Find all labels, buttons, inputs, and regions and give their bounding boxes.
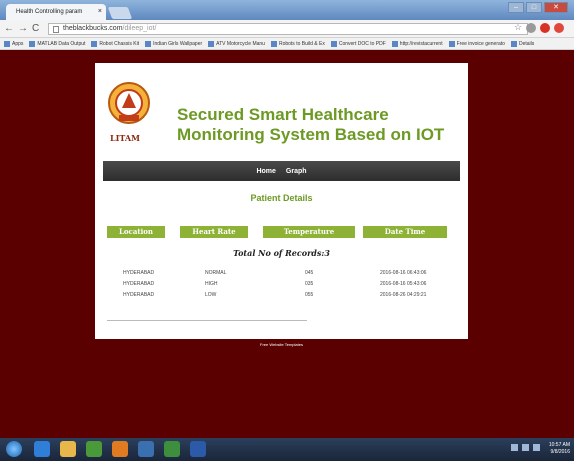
main-nav: Home Graph [103,161,460,181]
word-icon[interactable] [190,441,206,457]
bookmark-item[interactable]: Robot Chassis Kit [91,40,139,47]
bookmark-icon [448,40,455,47]
system-tray [511,444,540,451]
bookmark-icon [330,40,337,47]
bookmark-icon [145,40,152,47]
bookmark-item[interactable]: Robots to Build & Ex [270,40,325,47]
app-icon[interactable] [138,441,154,457]
back-icon[interactable]: ← [4,23,14,34]
volume-icon[interactable] [533,444,540,451]
table-cell: HYDERABAD [123,270,155,276]
url-host: theblackbucks.com [63,25,123,32]
flag-icon[interactable] [522,444,529,451]
bookmark-icon [510,40,517,47]
footer-link[interactable]: Free Website Templates [95,339,468,351]
reload-icon[interactable]: C [32,23,39,34]
minimize-button[interactable]: – [508,2,524,13]
forward-icon[interactable]: → [18,23,28,34]
network-icon[interactable] [511,444,518,451]
bookmarks-bar: Apps MATLAB Data Output Robot Chassis Ki… [0,38,574,50]
extension-icon[interactable] [526,23,536,33]
bookmark-item[interactable]: Indian Girls Wallpaper [145,40,202,47]
page-title: Secured Smart Healthcare Monitoring Syst… [177,105,445,144]
table-cell: LOW [205,292,217,298]
bookmark-item[interactable]: Free invoice generato [448,40,505,47]
close-window-button[interactable]: ✕ [544,2,568,13]
bookmark-icon [29,40,36,47]
table-cell: NORMAL [205,270,227,276]
bookmark-icon [91,40,98,47]
table-cell: 2016-08-16 05:43:06 [380,281,427,287]
nav-home[interactable]: Home [256,168,275,175]
address-bar[interactable]: theblackbucks.com/dileep_iot/ [48,23,528,35]
table-cell: 2016-08-26 04:29:21 [380,292,427,298]
apps-icon [4,40,10,47]
bookmark-icon [208,40,215,47]
table-cell: HYDERABAD [123,292,155,298]
taskbar: 10:57 AM 9/8/2016 [0,438,574,461]
excel-icon[interactable] [164,441,180,457]
page-icon [53,26,59,33]
bookmark-icon [270,40,277,47]
clock[interactable]: 10:57 AM 9/8/2016 [549,442,570,456]
clock-time: 10:57 AM [548,442,570,448]
internet-explorer-icon[interactable] [34,441,50,457]
vlc-icon[interactable] [112,441,128,457]
table-header-temperature: Temperature [263,226,355,238]
divider [107,320,307,321]
bookmark-icon [391,40,398,47]
table-cell: HYDERABAD [123,281,155,287]
bookmark-item[interactable]: Convert DOC to PDF [330,40,386,47]
window-controls: – □ ✕ [508,2,568,13]
table-cell: HIGH [205,281,218,287]
nav-graph[interactable]: Graph [286,168,307,175]
page-container: LITAM Secured Smart Healthcare Monitorin… [95,63,468,347]
tab-title: Health Controlling param [16,9,83,15]
table-header-location: Location [107,226,165,238]
bookmark-star-icon[interactable]: ☆ [514,22,522,33]
total-records: Total No of Records:3 [233,248,330,258]
extension-icon[interactable] [540,23,550,33]
new-tab-button[interactable] [107,7,133,19]
media-player-icon[interactable] [86,441,102,457]
table-header-date-time: Date Time [363,226,447,238]
table-header-heart-rate: Heart Rate [180,226,248,238]
bookmark-item[interactable]: Apps [4,40,23,47]
logo-text: LITAM [110,133,140,143]
maximize-button[interactable]: □ [526,2,542,13]
url-path: /dileep_iot/ [122,25,157,32]
table-cell: 035 [305,281,314,287]
bookmark-item[interactable]: MATLAB Data Output [29,40,85,47]
extension-icon[interactable] [554,23,564,33]
tab-close-icon[interactable]: × [98,8,102,15]
clock-date: 9/8/2016 [550,449,570,455]
bookmark-item[interactable]: Details [510,40,534,47]
start-button-icon[interactable] [6,441,22,457]
browser-tab-strip: Health Controlling param × – □ ✕ [0,0,574,20]
browser-tab[interactable]: Health Controlling param × [6,4,106,20]
file-explorer-icon[interactable] [60,441,76,457]
browser-toolbar: ← → C theblackbucks.com/dileep_iot/ [0,20,574,38]
table-cell: 045 [305,270,314,276]
table-cell: 2016-08-16 06:43:06 [380,270,427,276]
table-cell: 055 [305,292,314,298]
college-logo [108,82,150,124]
bookmark-item[interactable]: http://revistacurrent [391,40,443,47]
section-title: Patient Details [250,193,313,203]
bookmark-item[interactable]: ATV Motorcycle Manu [208,40,265,47]
